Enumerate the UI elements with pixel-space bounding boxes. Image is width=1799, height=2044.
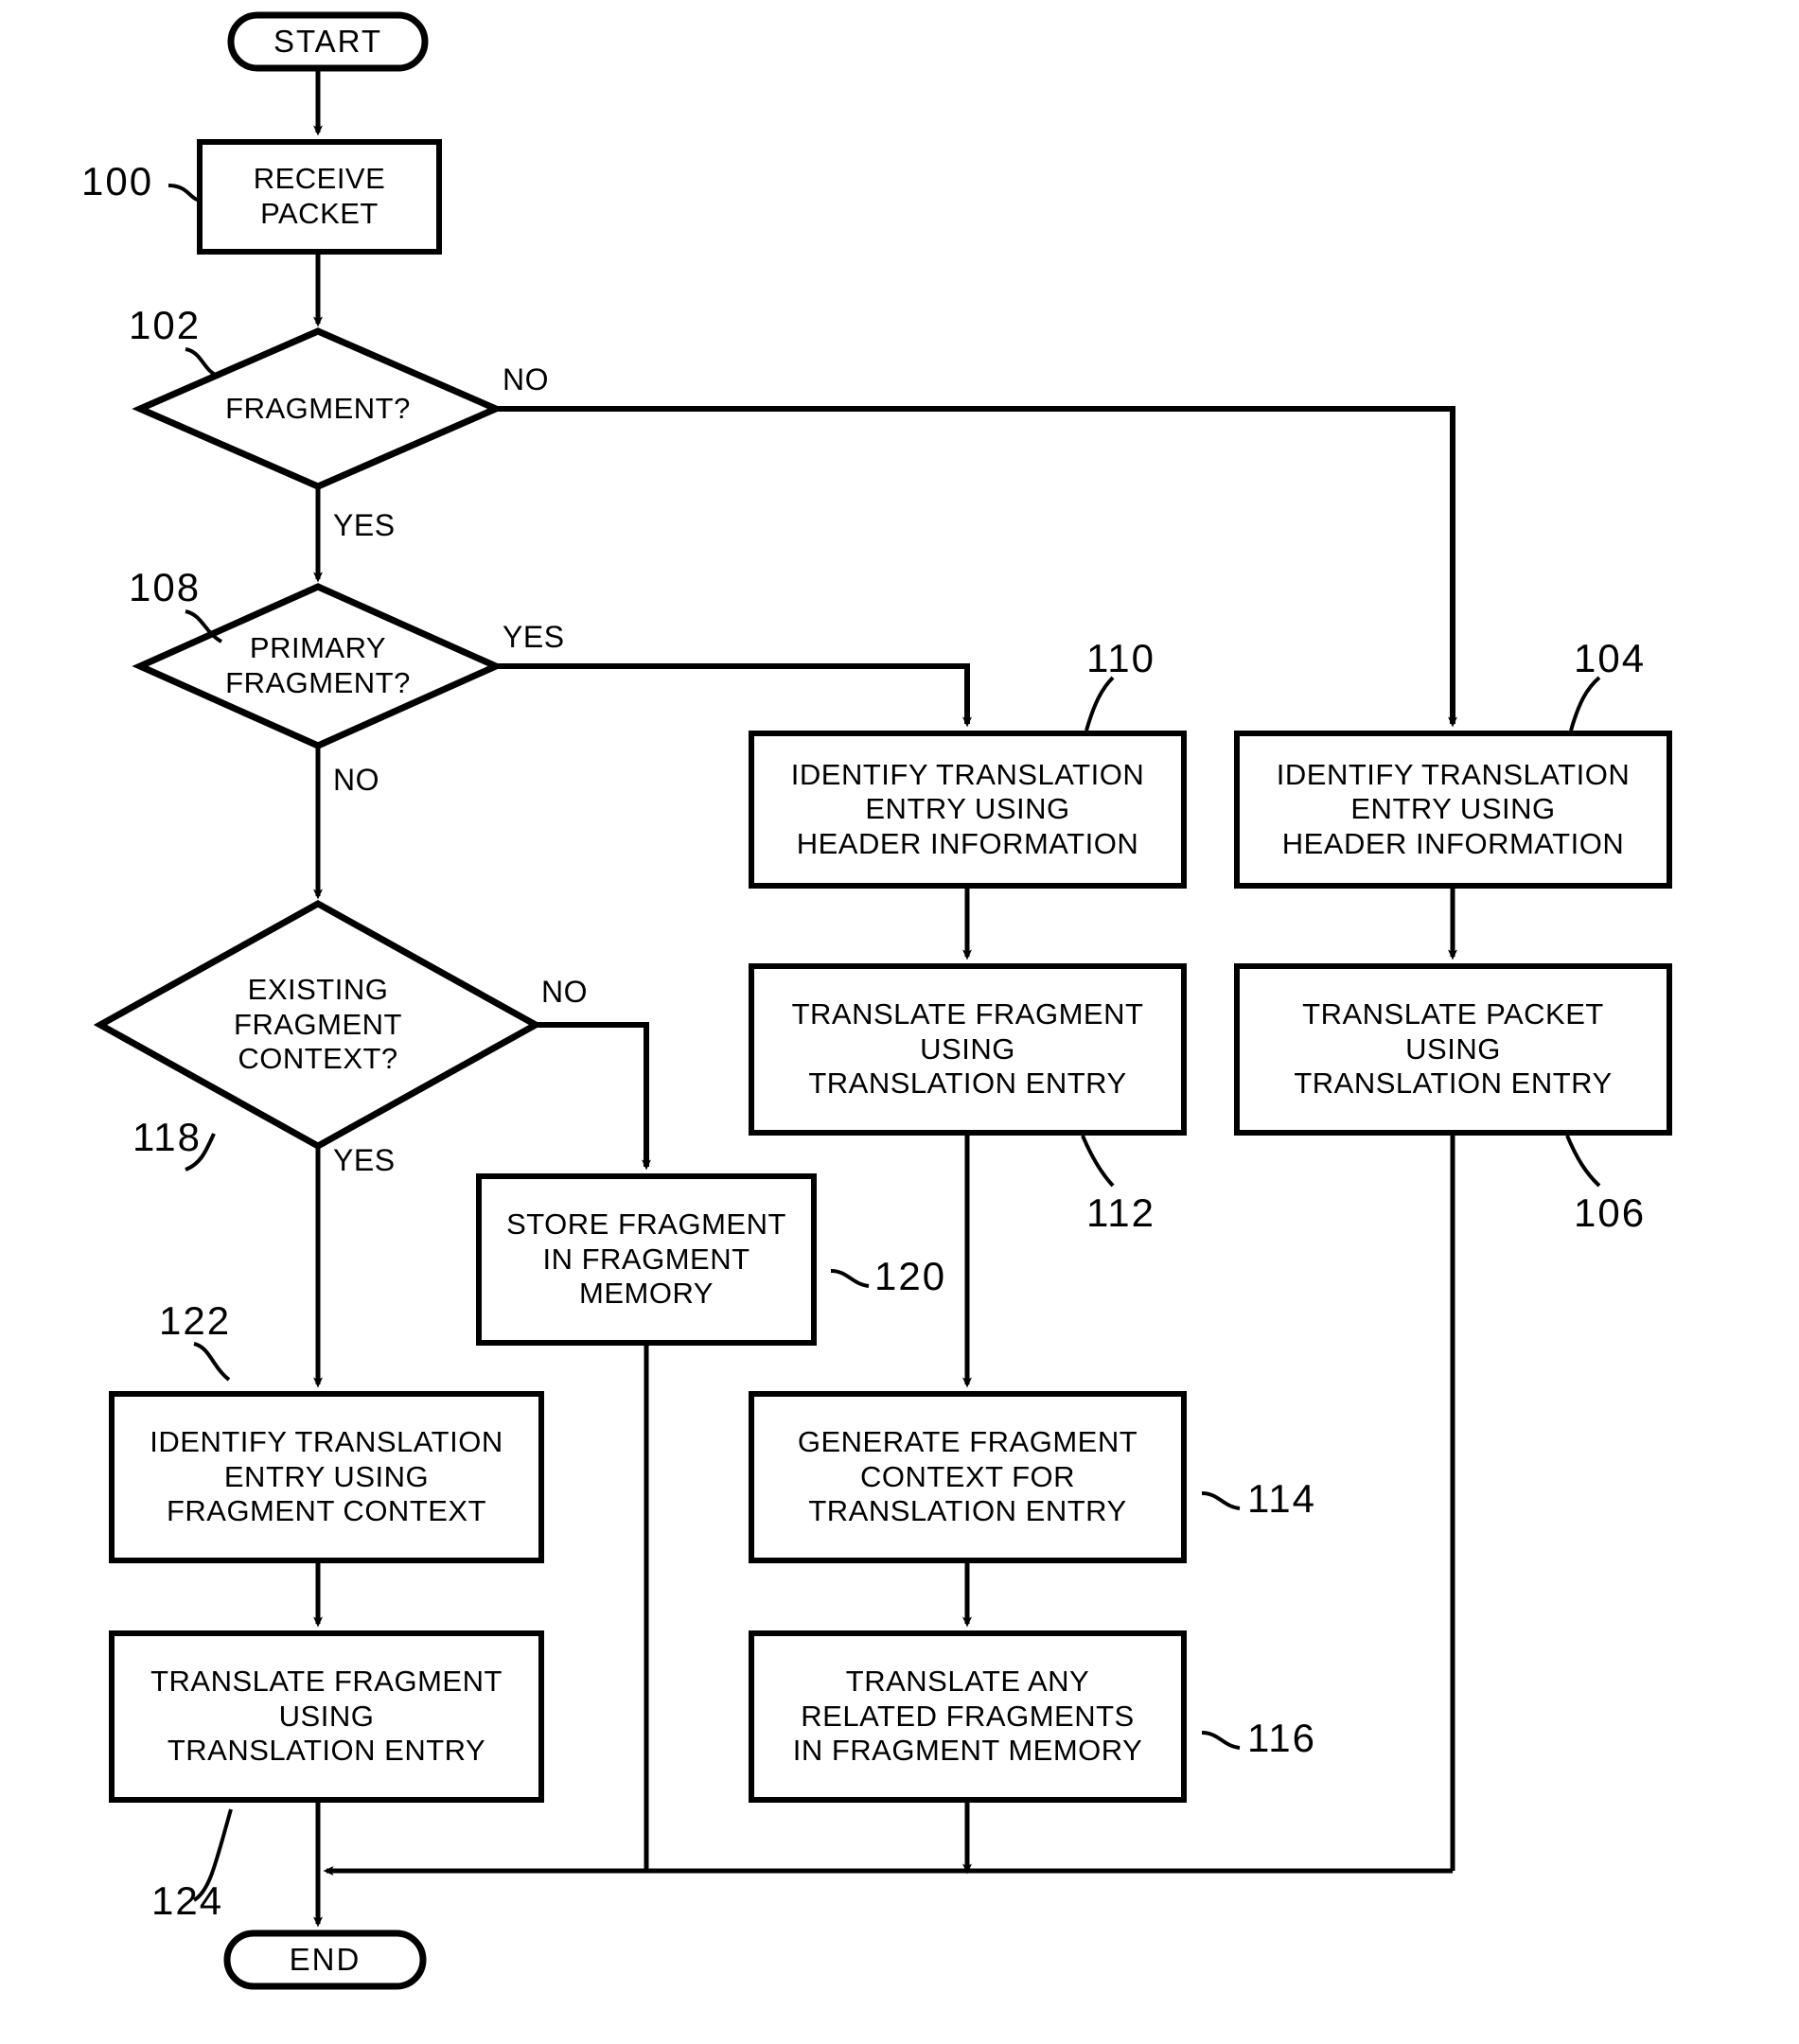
edge-label-context-yes: YES bbox=[333, 1143, 396, 1177]
edge-label-primary-no: NO bbox=[333, 763, 379, 797]
reference-numeral-100: 100 bbox=[81, 159, 154, 203]
flowchart-connectors bbox=[93, 11, 1672, 1990]
reference-numeral-102: 102 bbox=[129, 303, 202, 347]
edge-label-context-no: NO bbox=[541, 975, 588, 1009]
reference-numeral-120: 120 bbox=[874, 1254, 947, 1298]
reference-numeral-106: 106 bbox=[1574, 1190, 1647, 1235]
flowchart-canvas: START END RECEIVE PACKET IDENTIFY TRANSL… bbox=[0, 0, 1799, 2044]
reference-numeral-110: 110 bbox=[1086, 636, 1155, 680]
edge-label-fragment-no: NO bbox=[503, 362, 549, 396]
reference-numeral-124: 124 bbox=[151, 1878, 224, 1923]
reference-numeral-116: 116 bbox=[1247, 1716, 1316, 1760]
reference-numeral-114: 114 bbox=[1247, 1476, 1316, 1521]
reference-numeral-112: 112 bbox=[1086, 1190, 1155, 1235]
edge-label-fragment-yes: YES bbox=[333, 508, 396, 542]
reference-numeral-104: 104 bbox=[1574, 636, 1647, 680]
reference-numeral-108: 108 bbox=[129, 565, 202, 609]
reference-numeral-118: 118 bbox=[132, 1115, 202, 1159]
reference-numeral-122: 122 bbox=[159, 1298, 232, 1343]
edge-label-primary-yes: YES bbox=[503, 620, 565, 654]
